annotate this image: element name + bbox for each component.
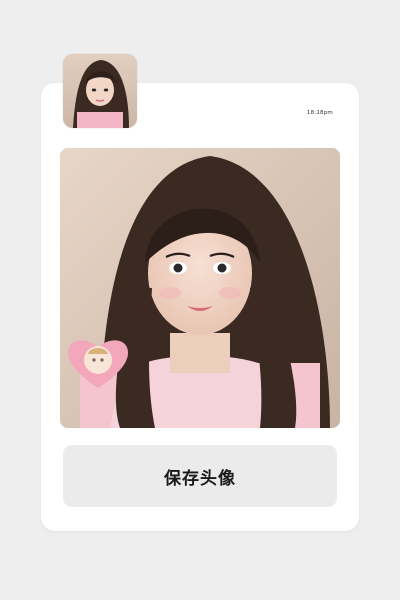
portrait-photo <box>60 148 340 428</box>
timestamp: 18:18pm <box>306 110 333 116</box>
portrait-image <box>60 148 340 428</box>
save-avatar-button[interactable]: 保存头像 <box>63 445 337 507</box>
page: 18:18pm 保存头像 <box>0 0 400 600</box>
avatar-image <box>63 54 137 128</box>
avatar-preview-card: 18:18pm 保存头像 <box>41 83 359 531</box>
avatar-thumbnail[interactable] <box>63 54 137 128</box>
